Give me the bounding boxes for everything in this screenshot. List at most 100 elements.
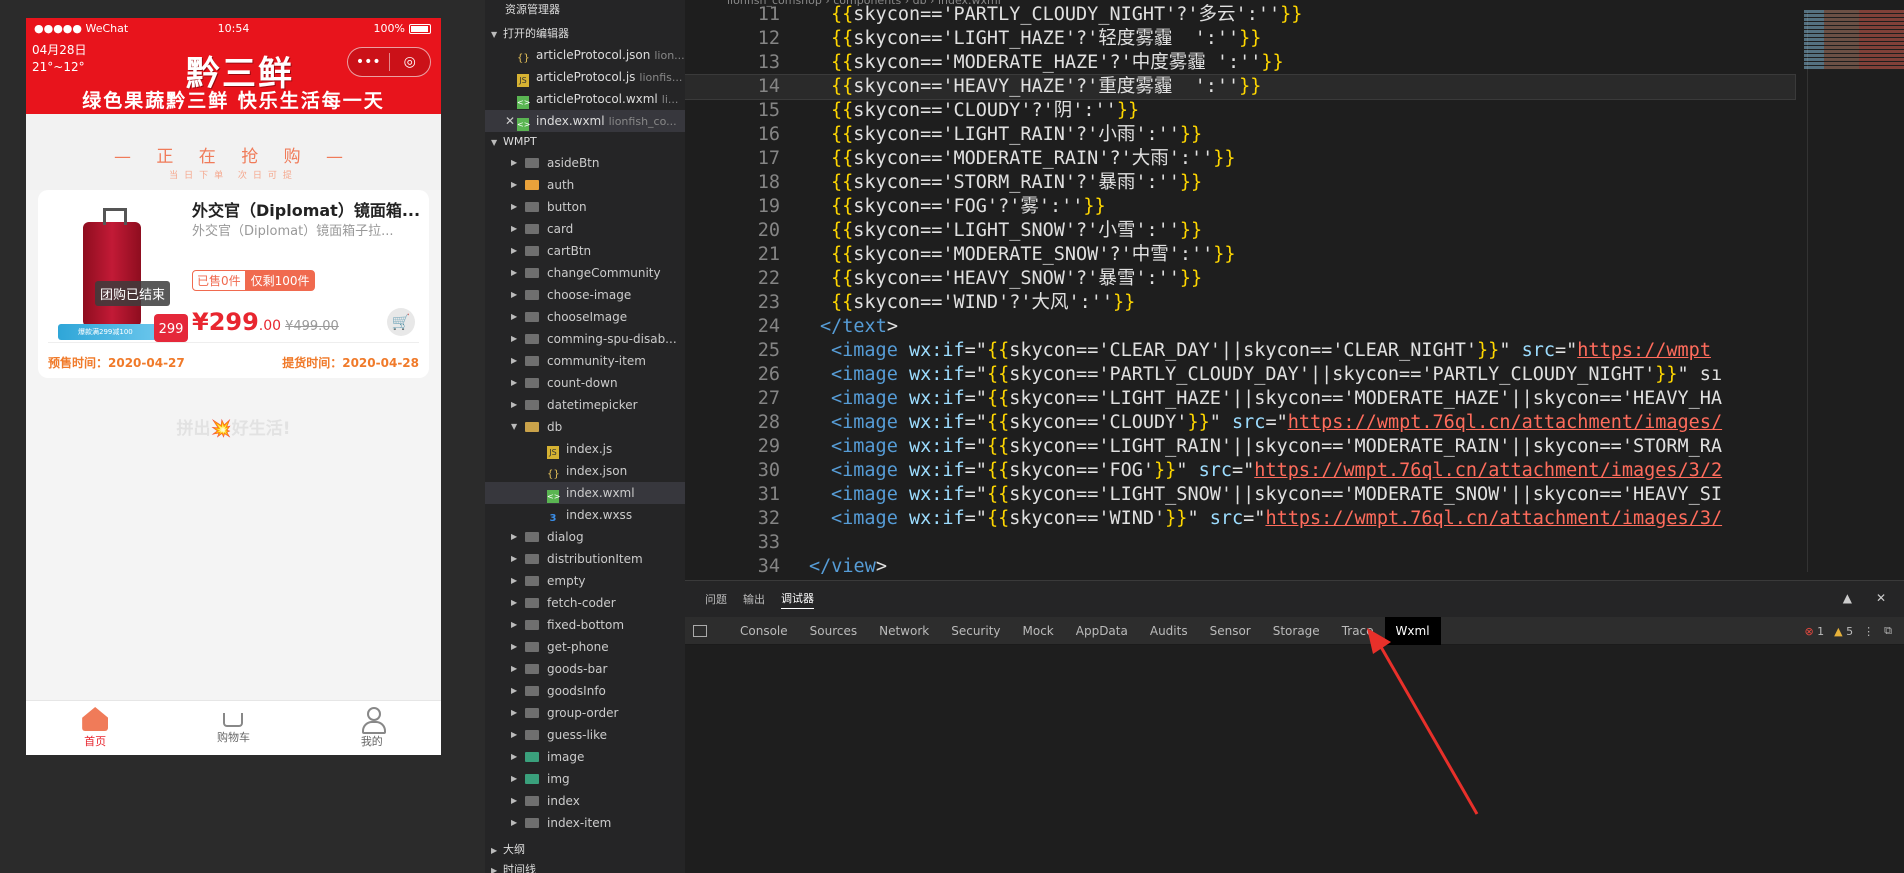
wxml-panel-body[interactable]: [685, 645, 1904, 873]
code-line[interactable]: 30 <image wx:if="{{skycon=='FOG'}}" src="…: [685, 459, 1795, 483]
minimap[interactable]: [1804, 10, 1904, 90]
outline-header[interactable]: ▶ 大纲: [485, 840, 685, 860]
close-icon[interactable]: ✕: [505, 110, 515, 132]
folder-item[interactable]: ▶ datetimepicker: [485, 394, 685, 416]
file-item[interactable]: <> index.wxml: [485, 482, 685, 504]
folder-item[interactable]: ▶ index: [485, 790, 685, 812]
folder-item[interactable]: ▶ distributionItem: [485, 548, 685, 570]
folder-item[interactable]: ▶ choose-image: [485, 284, 685, 306]
undock-icon[interactable]: ⧉: [1884, 624, 1892, 638]
open-file-item[interactable]: <> articleProtocol.wxml li...: [485, 88, 685, 110]
folder-item[interactable]: ▶ get-phone: [485, 636, 685, 658]
tab-console[interactable]: Console: [729, 617, 799, 645]
open-file-item-active[interactable]: ✕ <> index.wxml lionfish_co...: [485, 110, 685, 132]
open-editors-header[interactable]: ▼ 打开的编辑器: [485, 24, 685, 44]
file-item[interactable]: {} index.json: [485, 460, 685, 482]
timeline-header[interactable]: ▶ 时间线: [485, 860, 685, 873]
code-line[interactable]: 25 <image wx:if="{{skycon=='CLEAR_DAY'||s…: [685, 339, 1795, 363]
code-line[interactable]: 28 <image wx:if="{{skycon=='CLOUDY'}}" sr…: [685, 411, 1795, 435]
code-line[interactable]: 23 {{skycon=='WIND'?'大风':''}}: [685, 291, 1795, 315]
folder-item[interactable]: ▶ fetch-coder: [485, 592, 685, 614]
folder-item[interactable]: ▶ index-item: [485, 812, 685, 834]
code-line[interactable]: 33: [685, 531, 1795, 555]
folder-item[interactable]: ▶ guess-like: [485, 724, 685, 746]
folder-item-open[interactable]: ▼ db: [485, 416, 685, 438]
product-card[interactable]: 团购已结束 爆款满299减100 299 外交官（Diplomat）镜面箱...…: [38, 190, 429, 378]
maximize-panel-icon[interactable]: ▲: [1843, 591, 1852, 605]
tab-cart[interactable]: 购物车: [164, 701, 302, 755]
tab-security[interactable]: Security: [940, 617, 1011, 645]
folder-item[interactable]: ▶ image: [485, 746, 685, 768]
folder-item[interactable]: ▶ goodsInfo: [485, 680, 685, 702]
project-header[interactable]: ▼ WMPT: [485, 132, 685, 152]
tab-profile[interactable]: 我的: [303, 701, 441, 755]
folder-item[interactable]: ▶ auth: [485, 174, 685, 196]
folder-item[interactable]: ▶ community-item: [485, 350, 685, 372]
close-panel-icon[interactable]: ✕: [1876, 591, 1886, 605]
tab-trace[interactable]: Trace: [1331, 617, 1385, 645]
code-line[interactable]: 16 {{skycon=='LIGHT_RAIN'?'小雨':''}}: [685, 123, 1795, 147]
folder-item[interactable]: ▶ chooseImage: [485, 306, 685, 328]
tab-appdata[interactable]: AppData: [1065, 617, 1139, 645]
code-line[interactable]: 32 <image wx:if="{{skycon=='WIND'}}" src=…: [685, 507, 1795, 531]
code-line[interactable]: 14 {{skycon=='HEAVY_HAZE'?'重度雾霾 ':''}}: [685, 74, 1796, 100]
tab-problems[interactable]: 问题: [705, 591, 727, 607]
code-line[interactable]: 27 <image wx:if="{{skycon=='LIGHT_HAZE'||…: [685, 387, 1795, 411]
close-mini-program-button[interactable]: ◎: [390, 54, 431, 70]
tab-network[interactable]: Network: [868, 617, 940, 645]
code-line[interactable]: 22 {{skycon=='HEAVY_SNOW'?'暴雪':''}}: [685, 267, 1795, 291]
code-line[interactable]: 26 <image wx:if="{{skycon=='PARTLY_CLOUDY…: [685, 363, 1795, 387]
tab-sensor[interactable]: Sensor: [1199, 617, 1262, 645]
folder-item[interactable]: ▶ changeCommunity: [485, 262, 685, 284]
folder-item[interactable]: ▶ count-down: [485, 372, 685, 394]
tab-bar: 首页 购物车 我的: [26, 700, 441, 755]
open-file-item[interactable]: {} articleProtocol.json lion...: [485, 44, 685, 66]
error-count[interactable]: ⊗ 1: [1804, 625, 1824, 638]
folder-item[interactable]: ▶ dialog: [485, 526, 685, 548]
folder-item[interactable]: ▶ button: [485, 196, 685, 218]
tab-wxml[interactable]: Wxml: [1384, 616, 1441, 645]
tab-audits[interactable]: Audits: [1139, 617, 1199, 645]
folder-item[interactable]: ▶ fixed-bottom: [485, 614, 685, 636]
tab-sources[interactable]: Sources: [799, 617, 868, 645]
tab-output[interactable]: 输出: [743, 591, 765, 607]
tab-mock[interactable]: Mock: [1012, 617, 1065, 645]
tab-storage[interactable]: Storage: [1262, 617, 1331, 645]
code-line[interactable]: 29 <image wx:if="{{skycon=='LIGHT_RAIN'||…: [685, 435, 1795, 459]
code-area[interactable]: 11 {{skycon=='PARTLY_CLOUDY_NIGHT'?'多云':'…: [685, 3, 1796, 579]
code-line[interactable]: 20 {{skycon=='LIGHT_SNOW'?'小雪':''}}: [685, 219, 1795, 243]
file-item[interactable]: JS index.js: [485, 438, 685, 460]
add-to-cart-icon[interactable]: 🛒: [387, 308, 415, 336]
folder-item[interactable]: ▶ asideBtn: [485, 152, 685, 174]
folder-item[interactable]: ▶ cartBtn: [485, 240, 685, 262]
code-editor[interactable]: lionfish_comshop › components › db › ind…: [685, 0, 1904, 580]
tab-debugger[interactable]: 调试器: [781, 590, 814, 609]
folder-icon: [525, 290, 539, 300]
code-line[interactable]: 15 {{skycon=='CLOUDY'?'阴':''}}: [685, 99, 1795, 123]
code-line[interactable]: 17 {{skycon=='MODERATE_RAIN'?'大雨':''}}: [685, 147, 1795, 171]
code-line[interactable]: 12 {{skycon=='LIGHT_HAZE'?'轻度雾霾 ':''}}: [685, 27, 1795, 51]
folder-item[interactable]: ▶ comming-spu-disab...: [485, 328, 685, 350]
folder-item[interactable]: ▶ goods-bar: [485, 658, 685, 680]
code-line[interactable]: 31 <image wx:if="{{skycon=='LIGHT_SNOW'||…: [685, 483, 1795, 507]
code-line[interactable]: 18 {{skycon=='STORM_RAIN'?'暴雨':''}}: [685, 171, 1795, 195]
product-image[interactable]: 团购已结束 爆款满299减100 299: [48, 202, 188, 342]
code-line[interactable]: 19 {{skycon=='FOG'?'雾':''}}: [685, 195, 1795, 219]
tab-home[interactable]: 首页: [26, 701, 164, 755]
code-line[interactable]: 34 </view>: [685, 555, 1795, 579]
open-file-item[interactable]: JS articleProtocol.js lionfis...: [485, 66, 685, 88]
code-line[interactable]: 13 {{skycon=='MODERATE_HAZE'?'中度雾霾 ':''}}: [685, 51, 1795, 75]
more-menu-button[interactable]: •••: [348, 54, 389, 70]
more-options-icon[interactable]: ⋮: [1863, 625, 1874, 638]
folder-item[interactable]: ▶ img: [485, 768, 685, 790]
code-line[interactable]: 21 {{skycon=='MODERATE_SNOW'?'中雪':''}}: [685, 243, 1795, 267]
code-line[interactable]: 24 </text>: [685, 315, 1795, 339]
folder-item[interactable]: ▶ empty: [485, 570, 685, 592]
code-line[interactable]: 11 {{skycon=='PARTLY_CLOUDY_NIGHT'?'多云':'…: [685, 3, 1795, 27]
folder-item[interactable]: ▶ card: [485, 218, 685, 240]
warning-count[interactable]: ▲ 5: [1834, 625, 1853, 638]
editor-scrollbar[interactable]: [1807, 12, 1808, 572]
file-item[interactable]: 3 index.wxss: [485, 504, 685, 526]
folder-item[interactable]: ▶ group-order: [485, 702, 685, 724]
inspect-element-icon[interactable]: [693, 624, 707, 637]
